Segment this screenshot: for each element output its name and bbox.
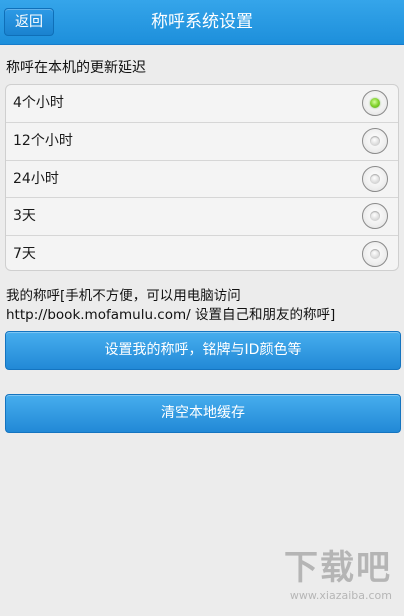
option-7-days[interactable]: 7天: [6, 236, 398, 270]
radio-button[interactable]: [362, 165, 388, 192]
update-delay-label: 称呼在本机的更新延迟: [6, 60, 146, 76]
option-label: 12个小时: [13, 132, 73, 149]
radio-button[interactable]: [362, 127, 388, 154]
radio-indicator: [370, 211, 380, 222]
radio-button[interactable]: [362, 203, 388, 230]
option-label: 4个小时: [13, 95, 64, 111]
option-3-days[interactable]: 3天: [6, 198, 398, 237]
watermark-url: www.xiazaiba.com: [289, 589, 392, 602]
option-4-hours[interactable]: 4个小时: [6, 85, 398, 123]
title-bar: 返回 称呼系统设置: [0, 0, 404, 45]
delay-options-list: 4个小时 12个小时 24小时 3天 7天: [5, 84, 399, 271]
name-info-text: 我的称呼[手机不方便，可以用电脑访问 http://book.mofamulu.…: [6, 288, 336, 323]
radio-indicator: [370, 249, 380, 260]
page-title: 称呼系统设置: [151, 12, 253, 32]
option-label: 24小时: [13, 170, 59, 187]
option-24-hours[interactable]: 24小时: [6, 161, 398, 199]
radio-indicator: [370, 98, 380, 108]
clear-cache-button[interactable]: 清空本地缓存: [5, 394, 401, 433]
option-label: 3天: [13, 208, 36, 225]
radio-button[interactable]: [362, 241, 388, 268]
radio-indicator: [370, 173, 380, 184]
radio-button[interactable]: [362, 90, 388, 116]
watermark-main: 下载吧: [284, 548, 392, 588]
option-label: 7天: [13, 246, 36, 263]
set-name-button[interactable]: 设置我的称呼，铭牌与ID颜色等: [5, 331, 401, 370]
radio-indicator: [370, 135, 380, 146]
watermark-logo: 下载吧 www.xiazaiba.com: [284, 540, 392, 602]
option-12-hours[interactable]: 12个小时: [6, 123, 398, 161]
